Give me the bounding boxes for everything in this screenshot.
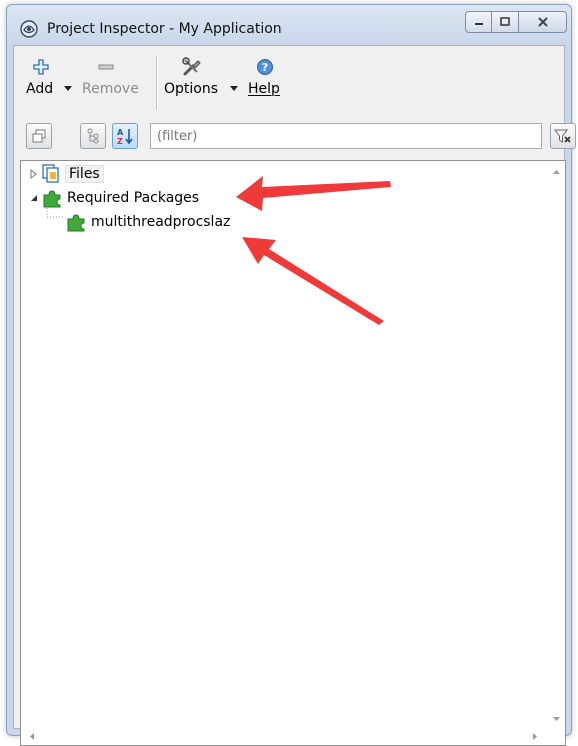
minimize-button[interactable] [465,11,492,33]
window-title: Project Inspector - My Application [47,21,282,37]
help-button[interactable]: ? Help [248,54,282,110]
toolbar-separator [156,56,157,110]
remove-label: Remove [82,81,139,97]
close-icon [537,17,548,27]
maximize-button[interactable] [492,11,519,33]
filter-row: A Z [14,120,576,150]
tools-icon [182,57,201,76]
project-inspector-window: Project Inspector - My Application Add R… [6,4,576,746]
collapse-arrow-icon[interactable] [29,192,39,204]
sort-alphabetically-button[interactable]: A Z [112,123,138,149]
files-label: Files [65,165,104,183]
options-dropdown-arrow-icon[interactable] [230,86,238,91]
package-puzzle-icon [67,214,85,232]
toolbar: Add Remove Options ? Help [14,46,564,116]
scroll-up-icon[interactable] [548,165,565,179]
options-label: Options [164,81,219,97]
maximize-icon [500,17,510,26]
scroll-down-icon[interactable] [548,712,565,726]
vertical-scrollbar[interactable] [548,161,565,728]
remove-minus-icon [98,64,114,70]
expand-arrow-icon[interactable] [29,168,39,180]
tree-hierarchy-icon [87,128,99,144]
windows-icon [32,129,46,143]
svg-text:Z: Z [117,137,123,145]
add-dropdown-arrow-icon[interactable] [64,86,72,91]
lazarus-app-icon [19,19,39,39]
help-icon: ? [257,59,273,75]
clear-filter-button[interactable] [550,123,576,149]
scroll-left-icon[interactable] [25,728,39,745]
minimize-icon [474,23,483,25]
add-plus-icon [33,59,49,75]
svg-text:A: A [117,128,124,137]
add-button[interactable]: Add [26,54,56,110]
tree-node-package[interactable]: multithreadprocslaz [65,211,230,233]
horizontal-scrollbar[interactable] [21,728,548,745]
options-button[interactable]: Options [164,54,220,110]
scroll-right-icon[interactable] [528,728,542,745]
required-packages-label: Required Packages [67,190,200,206]
package-label: multithreadprocslaz [91,214,231,230]
title-bar[interactable]: Project Inspector - My Application [7,5,571,45]
caption-buttons [465,11,567,35]
project-tree[interactable]: Files Required Packages multithreadprocs… [20,160,566,746]
remove-button[interactable]: Remove [82,54,139,110]
svg-text:?: ? [262,61,268,74]
close-button[interactable] [519,11,567,33]
client-area: Add Remove Options ? Help A Z (filter) F… [13,45,576,746]
files-icon [42,164,59,183]
clear-filter-icon [554,129,571,143]
add-label: Add [26,81,54,97]
sort-az-icon: A Z [117,128,133,145]
help-label: Help [248,81,280,97]
open-button[interactable] [26,123,52,149]
tree-node-files[interactable]: Files [29,163,104,185]
show-directory-hierarchy-button[interactable] [80,123,106,149]
filter-input[interactable] [150,123,542,149]
